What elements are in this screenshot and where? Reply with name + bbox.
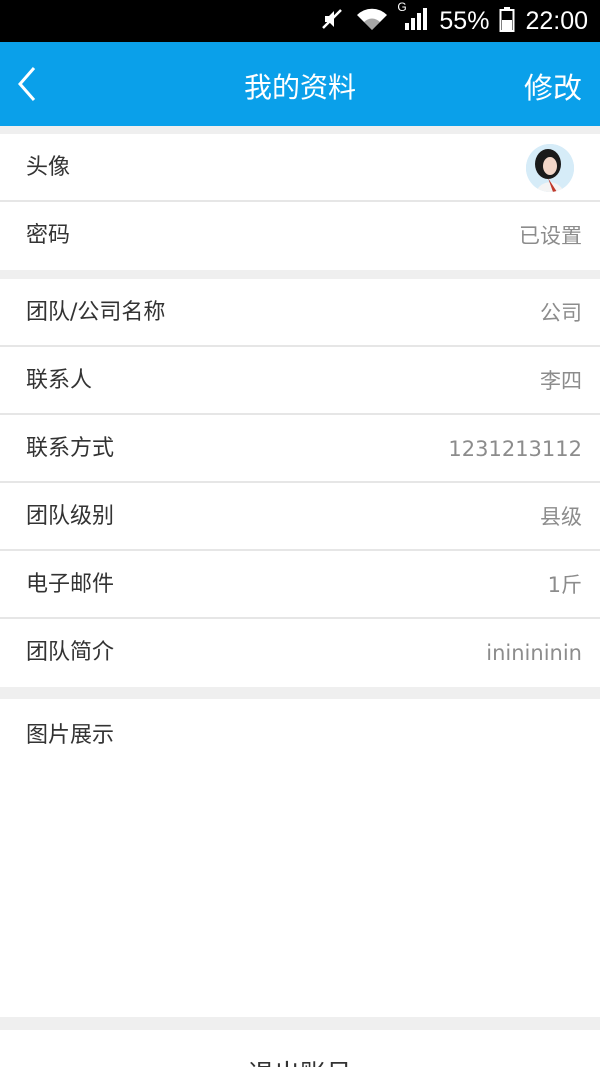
email-value: 1斤 — [547, 573, 582, 597]
avatar[interactable] — [526, 144, 574, 192]
team-level-label: 团队级别 — [26, 504, 115, 529]
wifi-icon — [355, 6, 389, 36]
edit-button[interactable]: 修改 — [524, 65, 582, 107]
contact-method-value: 1231213112 — [448, 437, 582, 461]
logout-button[interactable]: 退出账号 — [0, 1054, 600, 1067]
team-intro-label: 团队简介 — [26, 640, 115, 665]
avatar-row[interactable]: 头像 — [0, 134, 600, 202]
password-value: 已设置 — [519, 224, 582, 248]
list-item[interactable]: 电子邮件 1斤 — [0, 551, 600, 619]
team-level-value: 县级 — [540, 505, 582, 529]
status-bar: G 55% 22:00 — [0, 0, 600, 42]
status-icons: G 55% 22:00 — [319, 0, 588, 42]
contact-person-label: 联系人 — [26, 368, 93, 393]
signal-icon: G — [397, 0, 429, 36]
profile-section: 头像 密码 已设置 — [0, 134, 600, 270]
list-item[interactable]: 团队级别 县级 — [0, 483, 600, 551]
battery-icon — [499, 6, 515, 36]
contact-method-label: 联系方式 — [26, 436, 115, 461]
gallery-label: 图片展示 — [26, 723, 115, 748]
list-item[interactable]: 团队/公司名称 公司 — [0, 279, 600, 347]
app-bar: 我的资料 修改 — [0, 42, 600, 126]
clock: 22:00 — [525, 6, 588, 35]
team-intro-value: ininininin — [486, 641, 582, 665]
logout-section: 退出账号 — [0, 1030, 600, 1067]
list-item[interactable]: 团队简介 ininininin — [0, 619, 600, 687]
battery-percent: 55% — [439, 6, 490, 35]
contact-person-value: 李四 — [540, 369, 582, 393]
email-label: 电子邮件 — [26, 572, 115, 597]
list-item[interactable]: 联系方式 1231213112 — [0, 415, 600, 483]
details-section: 团队/公司名称 公司 联系人 李四 联系方式 1231213112 团队级别 县… — [0, 279, 600, 687]
password-label: 密码 — [26, 223, 71, 248]
password-row[interactable]: 密码 已设置 — [0, 202, 600, 270]
page-title: 我的资料 — [243, 71, 356, 104]
list-item[interactable]: 联系人 李四 — [0, 347, 600, 415]
company-name-value: 公司 — [540, 301, 582, 325]
network-type-label: G — [397, 0, 407, 14]
avatar-label: 头像 — [26, 155, 71, 180]
photo-gallery-section[interactable]: 图片展示 — [0, 699, 600, 1017]
mute-icon — [319, 6, 345, 36]
company-name-label: 团队/公司名称 — [26, 300, 166, 325]
